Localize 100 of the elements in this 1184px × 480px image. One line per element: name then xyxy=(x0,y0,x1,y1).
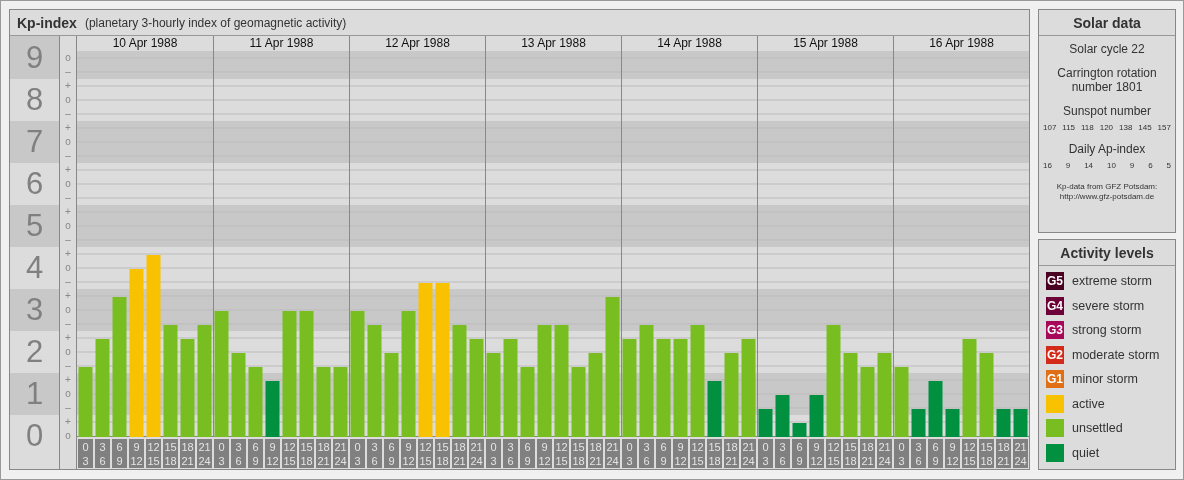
x-tick-label: 3 6 xyxy=(507,439,514,468)
time-slot-label: 9 12 xyxy=(401,439,416,468)
time-slot-label: 12 15 xyxy=(826,439,841,468)
y-axis-label: 1 xyxy=(10,373,59,415)
y-axis-label: 8 xyxy=(24,81,45,119)
time-slot-label: 9 12 xyxy=(129,439,144,468)
minor-tick-label: o xyxy=(64,387,72,401)
level-swatch: G5 xyxy=(1046,272,1064,290)
time-slot-label: 9 12 xyxy=(809,439,824,468)
time-slot-label: 18 21 xyxy=(724,439,739,468)
time-slot-label: 3 6 xyxy=(639,439,654,468)
time-slot-label: 21 24 xyxy=(877,439,892,468)
time-slot-label: 0 3 xyxy=(486,439,501,468)
time-slot-label: 0 3 xyxy=(758,439,773,468)
x-tick-label: 6 9 xyxy=(252,439,259,468)
minor-tick-label: + xyxy=(64,247,72,261)
minor-tick-label: o xyxy=(64,429,72,443)
sunspot-title: Sunspot number xyxy=(1061,104,1153,118)
credit-text: http://www.gfz-potsdam.de xyxy=(1058,192,1156,202)
time-slot-label: 21 24 xyxy=(333,439,348,468)
x-tick-label: 6 9 xyxy=(388,439,395,468)
ap-index-value: 16 xyxy=(1043,161,1052,170)
time-slot-label: 3 6 xyxy=(911,439,926,468)
minor-tick-label: o xyxy=(64,93,72,107)
minor-tick-label: – xyxy=(64,65,72,79)
minor-tick-label: – xyxy=(64,359,72,373)
time-slot-label: 6 9 xyxy=(520,439,535,468)
level-label: active xyxy=(1072,396,1105,411)
time-slot-label: 21 24 xyxy=(197,439,212,468)
time-slot-label: 18 21 xyxy=(316,439,331,468)
time-slot-label: 9 12 xyxy=(673,439,688,468)
x-tick-label: 0 3 xyxy=(490,439,497,468)
time-slot-label: 9 12 xyxy=(265,439,280,468)
ap-index-value: 5 xyxy=(1166,161,1171,170)
minor-tick-label: o xyxy=(64,177,72,191)
ap-index-value: 10 xyxy=(1107,161,1116,170)
time-slot-label: 6 9 xyxy=(792,439,807,468)
level-label: unsettled xyxy=(1072,421,1123,435)
ap-index-value: 14 xyxy=(1084,161,1094,170)
x-tick-label: 3 6 xyxy=(99,439,106,468)
y-axis-label: 3 xyxy=(10,289,59,331)
minor-tick-label: + xyxy=(64,79,72,93)
day-label: 10 Apr 1988 xyxy=(111,36,179,51)
x-tick-label: 6 9 xyxy=(524,439,531,468)
ap-index-value: 6 xyxy=(1148,161,1153,170)
time-slot-label: 6 9 xyxy=(928,439,943,468)
x-tick-label: 6 9 xyxy=(796,439,803,468)
y-axis-label: 7 xyxy=(10,121,59,163)
time-slot-label: 6 9 xyxy=(112,439,127,468)
minor-tick-label: o xyxy=(64,51,72,65)
minor-tick-label: + xyxy=(64,331,72,345)
time-slot-label: 15 18 xyxy=(979,439,994,468)
time-slot-label: 15 18 xyxy=(571,439,586,468)
y-axis-label: 4 xyxy=(24,249,45,287)
time-slot-label: 12 15 xyxy=(282,439,297,468)
y-axis-label: 6 xyxy=(24,165,45,203)
time-slot-label: 12 15 xyxy=(146,439,161,468)
time-slot-label: 0 3 xyxy=(894,439,909,468)
sunspot-value: 157 xyxy=(1157,123,1171,132)
ap-index-title: Daily Ap-index xyxy=(1067,142,1147,156)
sunspot-value: 145 xyxy=(1138,123,1152,132)
x-tick-label: 0 3 xyxy=(762,439,769,468)
time-slot-label: 18 21 xyxy=(860,439,875,468)
minor-tick-label: – xyxy=(64,191,72,205)
x-tick-label: 3 6 xyxy=(915,439,922,468)
minor-tick-label: o xyxy=(64,219,72,233)
minor-tick-label: + xyxy=(64,163,72,177)
time-slot-label: 12 15 xyxy=(554,439,569,468)
ap-index-value: 9 xyxy=(1129,161,1135,170)
time-slot-label: 3 6 xyxy=(367,439,382,468)
level-swatch: G4 xyxy=(1046,296,1064,315)
y-axis-label: 0 xyxy=(24,417,45,455)
x-tick-label: 0 3 xyxy=(354,439,361,468)
time-slot-label: 3 6 xyxy=(775,439,790,468)
time-slot-label: 15 18 xyxy=(435,439,450,468)
level-label: extreme storm xyxy=(1072,274,1152,288)
chart-title: Kp-index xyxy=(17,14,77,31)
sunspot-value: 138 xyxy=(1119,123,1133,132)
time-slot-label: 6 9 xyxy=(248,439,263,468)
time-slot-label: 0 3 xyxy=(78,439,93,468)
y-axis-label: 5 xyxy=(10,205,59,247)
time-slot-label: 21 24 xyxy=(605,439,620,468)
y-axis-label: 9 xyxy=(10,36,59,79)
credit-text: Kp-data from GFZ Potsdam: xyxy=(1056,182,1158,192)
minor-tick-label: – xyxy=(64,149,72,163)
time-slot-label: 6 9 xyxy=(384,439,399,468)
level-swatch: G1 xyxy=(1046,370,1064,388)
minor-tick-label: o xyxy=(64,135,72,149)
x-tick-label: 0 3 xyxy=(82,439,89,468)
time-slot-label: 12 15 xyxy=(418,439,433,468)
minor-tick-label: – xyxy=(64,107,72,121)
x-tick-label: 6 9 xyxy=(660,439,667,468)
time-slot-label: 21 24 xyxy=(741,439,756,468)
x-tick-label: 6 9 xyxy=(932,439,939,468)
time-slot-label: 0 3 xyxy=(350,439,365,468)
x-tick-label: 3 6 xyxy=(643,439,650,468)
time-slot-label: 9 12 xyxy=(537,439,552,468)
chart-subtitle: (planetary 3-hourly index of geomagnetic activity) xyxy=(84,15,347,30)
panel-title: Solar data xyxy=(1039,10,1175,36)
minor-tick-label: + xyxy=(64,373,72,387)
